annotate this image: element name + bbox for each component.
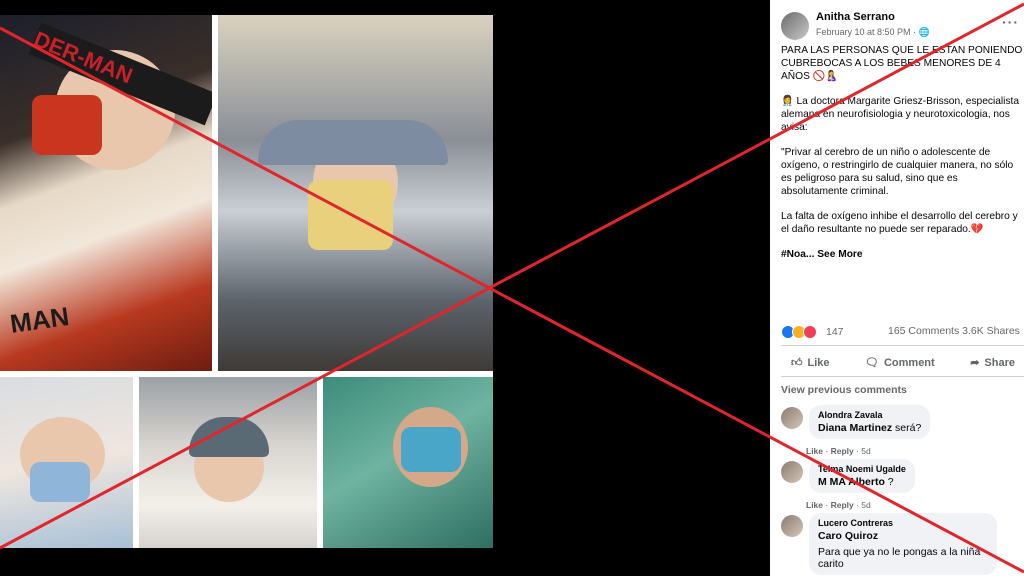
facebook-post-panel: Anitha Serrano February 10 at 8:50 PM · … [770, 0, 1024, 576]
photo-baby-spiderman: DER-MAN MAN [0, 15, 212, 371]
more-options-icon[interactable]: ··· [1002, 14, 1019, 30]
globe-icon: 🌐 [918, 27, 930, 37]
comment-reply-link[interactable]: Reply [831, 446, 854, 456]
comment-like-link[interactable]: Like [806, 446, 823, 456]
photo-collage[interactable]: DER-MAN MAN [0, 15, 493, 548]
comment-like-link[interactable]: Like [806, 500, 823, 510]
like-button[interactable]: 👍︎ Like [781, 352, 840, 373]
comment-label: Comment [883, 356, 935, 369]
baby-face-mask [32, 95, 102, 155]
reaction-count: 147 [826, 326, 844, 338]
like-label: Like [807, 356, 830, 369]
baby-face-mask [401, 427, 461, 472]
post-author[interactable]: Anitha Serrano [816, 11, 895, 23]
comment-text: M MA Alberto ? [818, 476, 906, 488]
post-paragraph: #Noa... See More [781, 248, 1024, 261]
comment-bubble: Alondra Zavala Diana Martinez será? [809, 405, 931, 439]
commenter-avatar[interactable] [781, 461, 803, 483]
photo-newborn-face-shield [139, 377, 317, 548]
comment-body: será? [892, 422, 922, 434]
commenter-name[interactable]: Alondra Zavala [818, 410, 921, 420]
share-button[interactable]: ➦ Share [960, 352, 1024, 373]
post-text: PARA LAS PERSONAS QUE LE ESTAN PONIENDO … [781, 44, 1024, 273]
baby-hat [258, 120, 448, 165]
photo-newborn-hospital [323, 377, 493, 548]
pants-text: MAN [8, 301, 71, 339]
comment-footer: Like · Reply · 5d [806, 446, 871, 456]
post-paragraph: La falta de oxígeno inhibe el desarrollo… [781, 211, 1018, 235]
commenter-name[interactable]: Lucero Contreras [818, 518, 988, 528]
comment-age: 5d [861, 500, 871, 510]
commenter-name[interactable]: Telma Noemi Ugalde [818, 464, 906, 474]
share-label: Share [984, 356, 1015, 369]
photo-baby-car-seat [218, 15, 493, 371]
post-paragraph: 👩‍⚕️ La doctora Margarite Griesz-Brisson… [781, 96, 1020, 133]
post-timestamp[interactable]: February 10 at 8:50 PM · [816, 27, 919, 37]
share-arrow-icon: ➦ [970, 357, 980, 369]
commenter-avatar[interactable] [781, 515, 803, 537]
comments-count[interactable]: 165 Comments [888, 325, 959, 337]
comment-age: 5d [861, 446, 871, 456]
comment-mention[interactable]: M MA Alberto [818, 476, 885, 488]
comment-reply-link[interactable]: Reply [831, 500, 854, 510]
comment-button[interactable]: 🗨︎ Comment [855, 352, 945, 373]
comment-footer: Like · Reply · 5d [806, 500, 871, 510]
commenter-avatar[interactable] [781, 407, 803, 429]
engagement-counts: 165 Comments 3.6K Shares [888, 325, 1020, 337]
reactions-summary[interactable]: 147 [781, 325, 844, 339]
comment-bubble-icon: 🗨︎ [865, 357, 879, 369]
baby-face-mask [30, 462, 90, 502]
thumbs-up-icon: 👍︎ [791, 357, 803, 369]
divider [781, 376, 1024, 377]
comment-bubble: Lucero Contreras Caro Quiroz Para que ya… [809, 513, 997, 575]
comment-text: Diana Martinez será? [818, 422, 921, 434]
shares-count[interactable]: 3.6K Shares [962, 325, 1020, 337]
love-reaction-icon [803, 325, 817, 339]
comment-body: ? [884, 476, 894, 488]
see-more-link[interactable]: See More [817, 249, 862, 260]
post-hashtag[interactable]: #Noa... [781, 249, 814, 260]
comment-mention[interactable]: Caro Quiroz [818, 530, 988, 542]
comment-mention[interactable]: Diana Martinez [818, 422, 892, 434]
divider [781, 345, 1024, 346]
post-actions: 👍︎ Like 🗨︎ Comment ➦ Share [781, 352, 1024, 373]
view-previous-comments-link[interactable]: View previous comments [781, 384, 907, 396]
baby-face-mask [308, 180, 393, 250]
author-avatar[interactable] [781, 12, 809, 40]
comment-bubble: Telma Noemi Ugalde M MA Alberto ? [809, 459, 915, 493]
post-meta: February 10 at 8:50 PM · 🌐 [816, 27, 930, 38]
post-paragraph: PARA LAS PERSONAS QUE LE ESTAN PONIENDO … [781, 45, 1023, 82]
comment-body: Para que ya no le pongas a la niña carit… [818, 546, 981, 570]
face-shield [189, 417, 269, 457]
post-paragraph: "Privar al cerebro de un niño o adolesce… [781, 147, 1014, 197]
photo-newborn-1 [0, 377, 133, 548]
